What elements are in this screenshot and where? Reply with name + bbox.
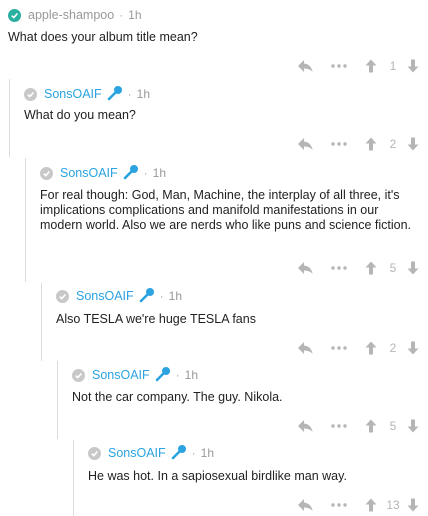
user-badge-icon <box>24 87 37 101</box>
timestamp: 1h <box>200 446 215 460</box>
thread-line <box>9 79 10 157</box>
thread-line <box>57 361 58 439</box>
comment-actions: 2 <box>296 135 420 153</box>
thread-line <box>41 283 42 361</box>
upvote-arrow-icon[interactable] <box>364 261 378 275</box>
comment-meta: apple-shampoo · 1h <box>8 5 142 25</box>
upvote-arrow-icon[interactable] <box>364 59 378 73</box>
reply-icon[interactable] <box>296 59 314 73</box>
downvote-arrow-icon[interactable] <box>406 59 420 73</box>
username-link[interactable]: SonsOAIF <box>108 446 166 460</box>
username-link[interactable]: SonsOAIF <box>44 87 102 101</box>
more-options-icon[interactable] <box>330 503 348 507</box>
comment: SonsOAIF · 1h He was hot. In a sapiosexu… <box>73 440 428 516</box>
reply-icon[interactable] <box>296 498 314 512</box>
microphone-icon <box>107 85 123 104</box>
timestamp: 1h <box>168 289 183 303</box>
upvote-arrow-icon[interactable] <box>364 341 378 355</box>
comment: SonsOAIF · 1h For real though: God, Man,… <box>25 158 428 282</box>
thread-line <box>25 158 26 282</box>
comment: apple-shampoo · 1h What does your album … <box>8 0 428 78</box>
comment-meta: SonsOAIF · 1h <box>40 163 166 183</box>
comment-body: What does your album title mean? <box>8 30 198 44</box>
more-options-icon[interactable] <box>330 346 348 350</box>
downvote-arrow-icon[interactable] <box>406 498 420 512</box>
reply-icon[interactable] <box>296 261 314 275</box>
comment: SonsOAIF · 1h Also TESLA we're huge TESL… <box>41 283 428 361</box>
comment-body: What do you mean? <box>24 108 136 122</box>
vote-score: 5 <box>389 261 397 275</box>
more-options-icon[interactable] <box>330 142 348 146</box>
username-link[interactable]: SonsOAIF <box>60 166 118 180</box>
comment-meta: SonsOAIF · 1h <box>24 84 150 104</box>
downvote-arrow-icon[interactable] <box>406 419 420 433</box>
user-badge-icon <box>56 289 69 303</box>
comment-actions: 2 <box>296 339 420 357</box>
separator-dot: · <box>175 368 180 382</box>
comment-actions: 5 <box>296 417 420 435</box>
microphone-icon <box>123 164 139 183</box>
timestamp: 1h <box>136 87 151 101</box>
username-link[interactable]: SonsOAIF <box>92 368 150 382</box>
verified-check-icon <box>8 8 21 22</box>
comment: SonsOAIF · 1h Not the car company. The g… <box>57 361 428 439</box>
comment-actions: 5 <box>296 259 420 277</box>
microphone-icon <box>139 287 155 306</box>
timestamp: 1h <box>128 8 142 22</box>
downvote-arrow-icon[interactable] <box>406 341 420 355</box>
more-options-icon[interactable] <box>330 424 348 428</box>
vote-score: 5 <box>389 419 397 433</box>
more-options-icon[interactable] <box>330 266 348 270</box>
separator-dot: · <box>127 87 132 101</box>
comment-meta: SonsOAIF · 1h <box>56 286 182 306</box>
microphone-icon <box>171 444 187 463</box>
timestamp: 1h <box>152 166 167 180</box>
comment-body: For real though: God, Man, Machine, the … <box>40 188 412 232</box>
downvote-arrow-icon[interactable] <box>406 261 420 275</box>
user-badge-icon <box>40 166 53 180</box>
separator-dot: · <box>119 8 124 22</box>
comment: SonsOAIF · 1h What do you mean? 2 <box>9 79 428 157</box>
reply-icon[interactable] <box>296 137 314 151</box>
microphone-icon <box>155 366 171 385</box>
user-badge-icon <box>72 368 85 382</box>
timestamp: 1h <box>184 368 199 382</box>
comment-meta: SonsOAIF · 1h <box>72 365 198 385</box>
vote-score: 13 <box>386 498 400 512</box>
upvote-arrow-icon[interactable] <box>364 137 378 151</box>
vote-score: 2 <box>389 137 397 151</box>
username-link[interactable]: SonsOAIF <box>76 289 134 303</box>
vote-score: 1 <box>389 59 397 73</box>
vote-score: 2 <box>389 341 397 355</box>
comment-body: He was hot. In a sapiosexual birdlike ma… <box>88 469 347 483</box>
comment-body: Not the car company. The guy. Nikola. <box>72 390 283 404</box>
upvote-arrow-icon[interactable] <box>364 419 378 433</box>
comment-meta: SonsOAIF · 1h <box>88 443 214 463</box>
upvote-arrow-icon[interactable] <box>364 498 378 512</box>
reply-icon[interactable] <box>296 419 314 433</box>
separator-dot: · <box>159 289 164 303</box>
comment-actions: 13 <box>296 496 420 514</box>
reply-icon[interactable] <box>296 341 314 355</box>
separator-dot: · <box>143 166 148 180</box>
user-badge-icon <box>88 446 101 460</box>
comment-body: Also TESLA we're huge TESLA fans <box>56 312 256 326</box>
more-options-icon[interactable] <box>330 64 348 68</box>
comment-actions: 1 <box>296 57 420 75</box>
thread-line <box>73 440 74 516</box>
separator-dot: · <box>191 446 196 460</box>
username-link[interactable]: apple-shampoo <box>28 8 114 22</box>
downvote-arrow-icon[interactable] <box>406 137 420 151</box>
